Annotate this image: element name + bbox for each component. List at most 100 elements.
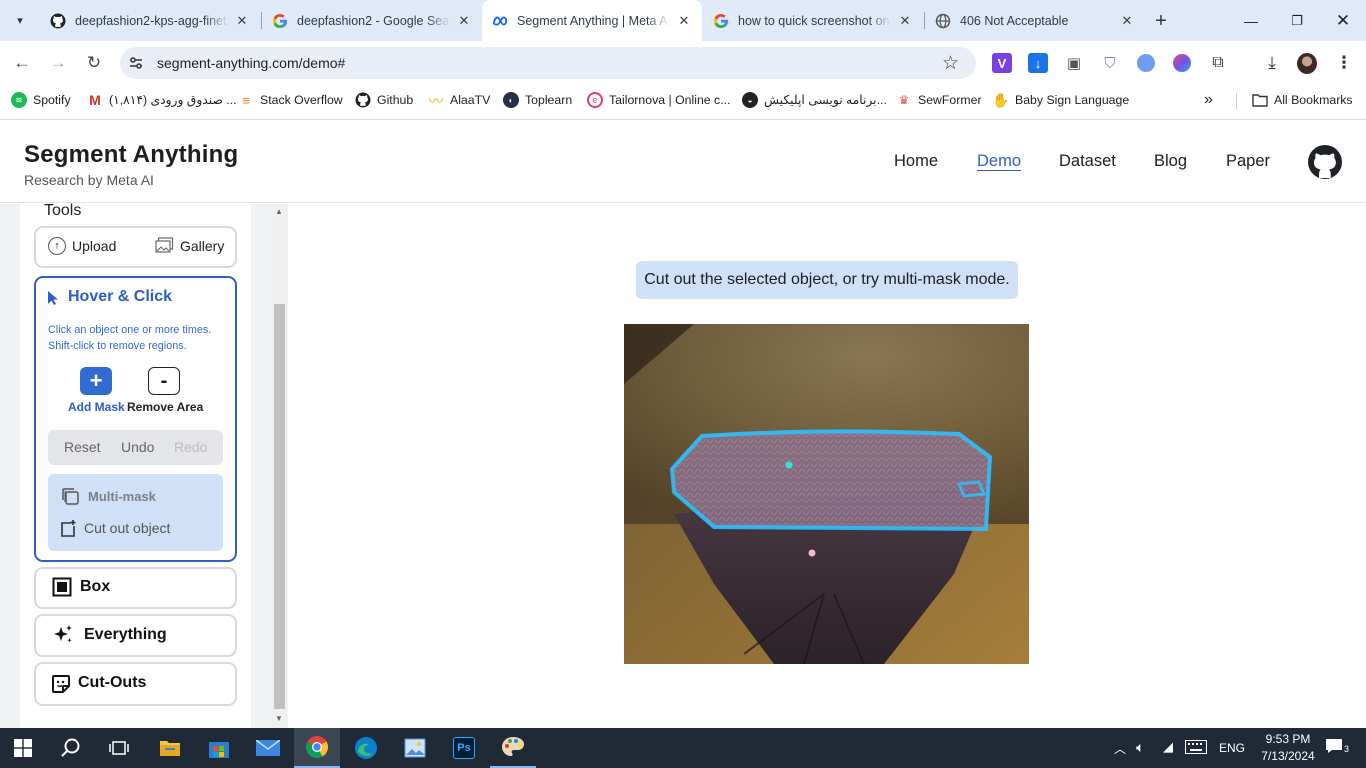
- reload-button[interactable]: ↻: [79, 48, 109, 78]
- notification-center[interactable]: 3: [1325, 738, 1349, 754]
- bookmark-stack-overflow[interactable]: ≡ Stack Overflow: [238, 84, 342, 116]
- reset-button[interactable]: Reset: [64, 439, 101, 455]
- positive-click-point[interactable]: [785, 461, 793, 469]
- redo-button[interactable]: Redo: [174, 439, 207, 455]
- back-button[interactable]: ←: [7, 48, 37, 78]
- bookmark-sewformer[interactable]: ♛ SewFormer: [896, 84, 982, 116]
- restore-button[interactable]: ❐: [1274, 0, 1320, 41]
- extension-screenshot-icon[interactable]: ▣: [1064, 53, 1084, 73]
- bookmark-alaatv[interactable]: 〰 AlaaTV: [428, 84, 490, 116]
- bookmark-tailornova[interactable]: e Tailornova | Online c...: [587, 84, 730, 116]
- bookmark-spotify[interactable]: ≋ Spotify: [11, 84, 71, 116]
- meta-icon: [492, 13, 508, 29]
- spotify-icon: ≋: [11, 92, 27, 108]
- edge-button[interactable]: [343, 728, 389, 768]
- close-icon[interactable]: ✕: [897, 13, 913, 29]
- profile-avatar[interactable]: [1297, 52, 1317, 74]
- scroll-up-arrow-icon[interactable]: ▲: [275, 207, 283, 216]
- downloads-icon[interactable]: ⤓: [1262, 53, 1282, 73]
- forward-arrow-icon: →: [49, 53, 67, 72]
- sidebar-scrollbar[interactable]: ▲ ▼: [272, 204, 287, 728]
- back-arrow-icon: ←: [13, 53, 31, 72]
- photoshop-icon: Ps: [453, 737, 475, 759]
- multimask-button[interactable]: Multi-mask: [60, 486, 156, 506]
- reload-icon: ↻: [86, 53, 102, 72]
- upload-button[interactable]: ↑ Upload: [48, 237, 116, 255]
- cursor-icon: [47, 290, 61, 306]
- search-button[interactable]: [48, 728, 94, 768]
- image-viewer-button[interactable]: [392, 728, 438, 768]
- start-button[interactable]: [0, 728, 46, 768]
- browser-menu-icon[interactable]: ⋮: [1334, 53, 1354, 73]
- uploaded-image[interactable]: [624, 324, 1029, 664]
- extension-download-icon[interactable]: ↓: [1028, 53, 1048, 73]
- close-icon[interactable]: ✕: [456, 13, 472, 29]
- bookmark-label: Baby Sign Language: [1015, 93, 1130, 107]
- all-bookmarks-button[interactable]: All Bookmarks: [1252, 84, 1353, 116]
- clock-time[interactable]: 9:53 PM: [1259, 732, 1317, 746]
- clock-date[interactable]: 7/13/2024: [1255, 749, 1321, 763]
- more-bookmarks-button[interactable]: »: [1204, 84, 1213, 116]
- undo-button[interactable]: Undo: [121, 439, 154, 455]
- tab-segment-anything[interactable]: Segment Anything | Meta AI ✕: [482, 0, 702, 41]
- bookmark-app-programming[interactable]: ◒ برنامه نویسی اپلیکیش...: [742, 84, 887, 116]
- tab-quick-screenshot[interactable]: how to quick screenshot on ✕: [703, 5, 923, 36]
- close-icon[interactable]: ✕: [676, 13, 692, 29]
- task-view-button[interactable]: [96, 728, 142, 768]
- address-bar[interactable]: segment-anything.com/demo# ☆: [120, 47, 976, 79]
- network-icon[interactable]: ◢: [1163, 739, 1173, 755]
- tab-title: deepfashion2 - Google Search: [297, 13, 450, 28]
- forward-button[interactable]: →: [43, 48, 73, 78]
- new-tab-button[interactable]: +: [1148, 8, 1174, 34]
- folder-icon: [1252, 92, 1268, 108]
- bookmark-label: SewFormer: [918, 93, 982, 107]
- close-window-button[interactable]: ✕: [1320, 0, 1366, 41]
- volume-icon[interactable]: 🔈︎: [1136, 739, 1144, 756]
- bookmark-toplearn[interactable]: ◐ Toplearn: [503, 84, 572, 116]
- remove-area-button[interactable]: -: [148, 367, 180, 395]
- tab-deepfashion2-github[interactable]: deepfashion2-kps-agg-finetune ✕: [40, 5, 260, 36]
- bookmark-github[interactable]: Github: [355, 84, 413, 116]
- nav-home[interactable]: Home: [894, 152, 938, 171]
- negative-click-point[interactable]: [808, 549, 816, 557]
- cutout-object-button[interactable]: Cut out object: [60, 519, 170, 537]
- scroll-down-arrow-icon[interactable]: ▼: [275, 714, 283, 723]
- close-icon[interactable]: ✕: [234, 13, 250, 29]
- store-button[interactable]: [196, 728, 242, 768]
- extensions-puzzle-icon[interactable]: ⧉: [1208, 53, 1228, 73]
- extension-shield-icon[interactable]: ⛉: [1100, 53, 1120, 73]
- scrollbar-thumb[interactable]: [274, 304, 285, 709]
- tab-deepfashion2-google[interactable]: deepfashion2 - Google Search ✕: [262, 5, 482, 36]
- nav-paper[interactable]: Paper: [1226, 152, 1270, 171]
- nav-demo[interactable]: Demo: [977, 152, 1021, 171]
- extension-search-icon[interactable]: [1136, 53, 1156, 73]
- segmentation-canvas[interactable]: [624, 324, 1029, 664]
- photoshop-button[interactable]: Ps: [441, 728, 487, 768]
- nav-blog[interactable]: Blog: [1154, 152, 1187, 171]
- site-info-icon[interactable]: [128, 55, 144, 71]
- search-icon: [61, 738, 80, 757]
- site-title[interactable]: Segment Anything: [24, 141, 238, 169]
- bookmark-gmail[interactable]: M صندوق ورودی (۱,۸۱۴) ...: [87, 84, 236, 116]
- language-indicator[interactable]: ENG: [1219, 741, 1245, 755]
- bookmark-baby-sign[interactable]: ✋ Baby Sign Language: [992, 84, 1130, 116]
- paint-button[interactable]: [490, 728, 536, 768]
- bookmark-star-icon[interactable]: ☆: [942, 52, 959, 75]
- tray-overflow-icon[interactable]: ︿: [1114, 740, 1126, 757]
- stackoverflow-icon: ≡: [242, 92, 250, 108]
- keyboard-icon[interactable]: [1185, 740, 1207, 757]
- file-explorer-button[interactable]: [147, 728, 193, 768]
- extension-v-icon[interactable]: V: [992, 53, 1012, 73]
- nav-dataset[interactable]: Dataset: [1059, 152, 1116, 171]
- tab-search-button[interactable]: ▾: [8, 8, 32, 32]
- extension-brain-icon[interactable]: [1172, 53, 1192, 73]
- mail-button[interactable]: [245, 728, 291, 768]
- gallery-button[interactable]: Gallery: [155, 237, 224, 254]
- github-icon[interactable]: [1308, 145, 1342, 179]
- minimize-button[interactable]: —: [1228, 0, 1274, 41]
- sparkle-icon: [52, 624, 74, 646]
- close-icon[interactable]: ✕: [1119, 13, 1135, 29]
- tab-406-not-acceptable[interactable]: 406 Not Acceptable ✕: [925, 5, 1145, 36]
- add-mask-button[interactable]: +: [80, 367, 112, 395]
- chrome-button[interactable]: [294, 728, 340, 768]
